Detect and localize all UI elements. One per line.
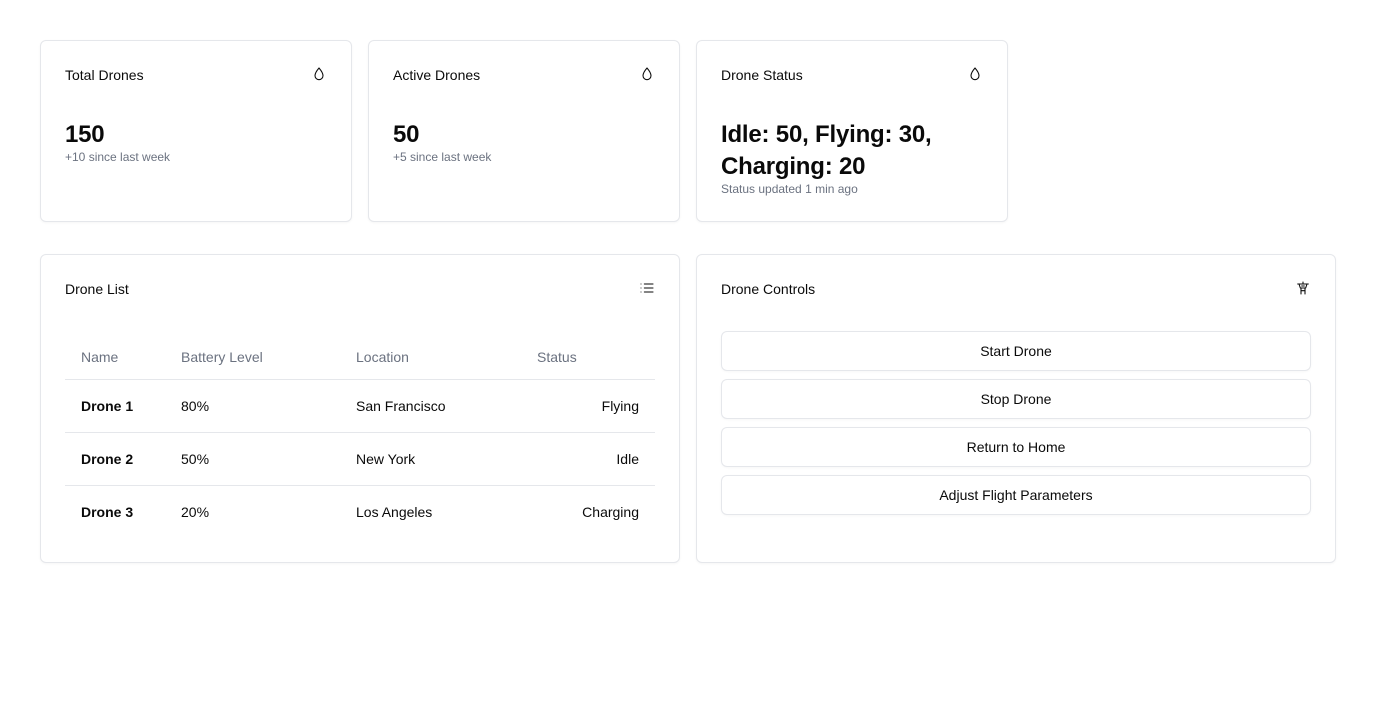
cell-name: Drone 3 [81, 504, 134, 520]
cell-battery: 80% [165, 379, 340, 433]
droplet-icon [642, 67, 652, 81]
adjust-flight-parameters-button[interactable]: Adjust Flight Parameters [721, 475, 1311, 515]
control-tower-icon [1297, 281, 1309, 295]
card-title: Drone Controls [721, 281, 816, 297]
stat-value: Idle: 50, Flying: 30, Charging: 20 [721, 121, 932, 180]
card-title: Total Drones [65, 67, 144, 83]
cell-battery: 20% [181, 504, 210, 520]
cell-location: New York [340, 432, 521, 486]
column-header-location: Location [340, 335, 521, 380]
stat-card-total-drones: Total Drones 150 +10 since last week [40, 40, 352, 222]
stat-subtext: +5 since last week [393, 150, 492, 164]
table-row[interactable]: Drone 3 20% Los Angeles Charging [65, 486, 655, 539]
card-title: Drone Status [721, 67, 803, 83]
drone-list-card: Drone List Name Battery Level Location S… [40, 254, 680, 563]
table-row[interactable]: Drone 2 50% New York Idle [65, 432, 655, 486]
drone-controls-card: Drone Controls Start Drone Stop Drone Re… [696, 254, 1336, 563]
stat-card-drone-status: Drone Status Idle: 50, Flying: 30, Charg… [696, 40, 1008, 222]
table-row[interactable]: Drone 1 80% San Francisco Flying [65, 379, 655, 433]
droplet-icon [314, 67, 324, 81]
drone-table: Name Battery Level Location Status Drone… [65, 335, 655, 538]
stat-card-active-drones: Active Drones 50 +5 since last week [368, 40, 680, 222]
cell-status: Idle [521, 432, 655, 486]
cell-name: Drone 1 [65, 379, 165, 433]
stop-drone-button[interactable]: Stop Drone [721, 379, 1311, 419]
droplet-icon [970, 67, 980, 81]
column-header-status: Status [521, 335, 655, 380]
cell-battery: 50% [165, 432, 340, 486]
stat-value: 150 [65, 121, 105, 148]
cell-status: Flying [521, 379, 655, 433]
stat-subtext: +10 since last week [65, 150, 171, 164]
stat-value: 50 [393, 121, 420, 148]
column-header-battery: Battery Level [165, 335, 340, 380]
cell-name: Drone 2 [65, 432, 165, 486]
cell-status: Charging [582, 504, 639, 520]
stat-subtext: Status updated 1 min ago [721, 182, 858, 196]
card-title: Drone List [65, 281, 129, 297]
start-drone-button[interactable]: Start Drone [721, 331, 1311, 371]
list-icon [640, 283, 654, 293]
cell-location: Los Angeles [356, 504, 433, 520]
return-to-home-button[interactable]: Return to Home [721, 427, 1311, 467]
table-header-row: Name Battery Level Location Status [65, 335, 655, 380]
cell-location: San Francisco [340, 379, 521, 433]
column-header-name: Name [65, 335, 165, 380]
card-title: Active Drones [393, 67, 481, 83]
